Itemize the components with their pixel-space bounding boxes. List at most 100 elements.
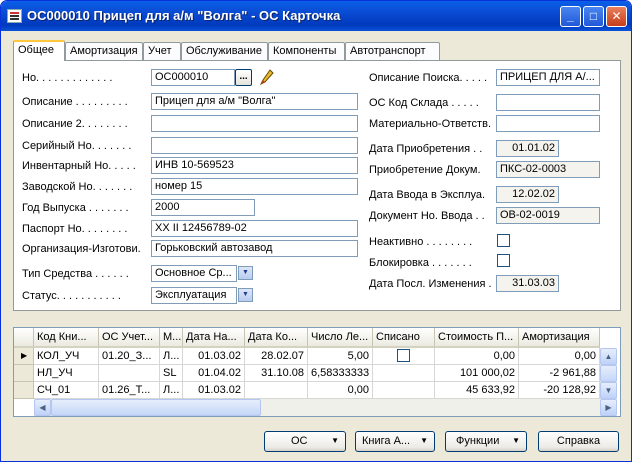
table-cell[interactable]: 01.03.02 — [183, 382, 245, 399]
search-description-field[interactable]: ПРИЦЕП ДЛЯ А/... — [496, 69, 600, 86]
functions-menu-button[interactable]: Функции ▼ — [445, 431, 527, 452]
label-search-description: Описание Поиска. . . . . — [369, 72, 488, 84]
col-header-depreciation[interactable]: Амортизация — [519, 328, 600, 348]
table-cell[interactable]: 01.20_З... — [99, 348, 160, 365]
passport-no-field[interactable]: ХХ II 12456789-02 — [151, 220, 358, 237]
table-cell[interactable]: Л... — [160, 382, 183, 399]
acquisition-date-field: 01.01.02 — [496, 140, 559, 157]
col-header-method[interactable]: М... — [160, 328, 183, 348]
minimize-button[interactable]: _ — [560, 6, 581, 27]
fixed-asset-card-window: ОС000010 Прицеп для а/м "Волга" - ОС Кар… — [0, 0, 632, 462]
table-cell[interactable]: 45 633,92 — [435, 382, 519, 399]
asset-type-select[interactable]: Основное Ср... — [151, 265, 237, 282]
col-header-written-off[interactable]: Списано — [373, 328, 435, 348]
table-cell[interactable] — [245, 382, 308, 399]
blocked-checkbox[interactable] — [497, 254, 510, 267]
table-cell[interactable]: СЧ_01 — [34, 382, 99, 399]
table-cell[interactable]: 5,00 — [308, 348, 373, 365]
table-cell[interactable]: НЛ_УЧ — [34, 365, 99, 382]
manufacturer-field[interactable]: Горьковский автозавод — [151, 240, 358, 257]
warehouse-code-field[interactable] — [496, 94, 600, 111]
label-acquisition-date: Дата Приобретения . . — [369, 143, 483, 155]
tab-accounting[interactable]: Учет — [143, 42, 181, 60]
year-of-manufacture-field[interactable]: 2000 — [151, 199, 255, 216]
table-cell[interactable]: КОЛ_УЧ — [34, 348, 99, 365]
horizontal-scroll-thumb[interactable] — [51, 399, 261, 416]
col-header-end-date[interactable]: Дата Ко... — [245, 328, 308, 348]
tab-general[interactable]: Общее — [13, 40, 65, 61]
label-no: Но. . . . . . . . . . . . . — [22, 72, 113, 84]
scroll-up-icon[interactable]: ▲ — [600, 348, 617, 365]
no-field[interactable]: ОС000010 — [151, 69, 235, 86]
table-cell[interactable]: 6,58333333 — [308, 365, 373, 382]
vertical-scrollbar[interactable]: ▲ ▼ — [600, 348, 617, 399]
label-inactive: Неактивно . . . . . . . . — [369, 236, 473, 248]
description-2-field[interactable] — [151, 115, 358, 132]
factory-no-field[interactable]: номер 15 — [151, 178, 358, 195]
title-bar[interactable]: ОС000010 Прицеп для а/м "Волга" - ОС Кар… — [1, 1, 631, 31]
commissioning-date-field: 12.02.02 — [496, 186, 559, 203]
last-modified-date-field: 31.03.03 — [496, 275, 559, 292]
table-cell[interactable]: -20 128,92 — [519, 382, 600, 399]
table-cell[interactable] — [373, 382, 435, 399]
label-warehouse-code: ОС Код Склада . . . . . — [369, 97, 479, 109]
table-cell[interactable] — [373, 365, 435, 382]
table-cell[interactable]: 28.02.07 — [245, 348, 308, 365]
label-manufacturer: Организация-Изготови. — [22, 243, 141, 255]
close-button[interactable]: ✕ — [606, 6, 627, 27]
label-acquisition-document: Приобретение Докум. — [369, 164, 481, 176]
row-selector[interactable] — [14, 382, 34, 399]
inventory-no-field[interactable]: ИНВ 10-569523 — [151, 157, 358, 174]
table-cell[interactable]: 01.26_Т... — [99, 382, 160, 399]
table-cell[interactable]: -2 961,88 — [519, 365, 600, 382]
table-cell[interactable]: 0,00 — [519, 348, 600, 365]
col-header-book-code[interactable]: Код Кни... — [34, 328, 99, 348]
description-field[interactable]: Прицеп для а/м "Волга" — [151, 93, 358, 110]
pencil-edit-icon[interactable] — [260, 69, 274, 85]
col-header-posting-group[interactable]: ОС Учет... — [99, 328, 160, 348]
table-cell[interactable]: 101 000,02 — [435, 365, 519, 382]
label-description-2: Описание 2. . . . . . . . — [22, 118, 128, 130]
os-menu-button[interactable]: ОС ▼ — [264, 431, 346, 452]
commissioning-document-field: ОВ-02-0019 — [496, 207, 600, 224]
status-dropdown-icon[interactable]: ▼ — [238, 288, 253, 302]
table-cell[interactable]: 0,00 — [308, 382, 373, 399]
help-button[interactable]: Справка — [538, 431, 619, 452]
table-cell[interactable]: 31.10.08 — [245, 365, 308, 382]
responsible-person-field[interactable] — [496, 115, 600, 132]
vertical-scroll-thumb[interactable] — [600, 365, 617, 382]
scroll-right-icon[interactable]: ▶ — [600, 399, 617, 416]
grid-corner — [14, 328, 34, 348]
scroll-left-icon[interactable]: ◀ — [34, 399, 51, 416]
table-cell[interactable]: Л... — [160, 348, 183, 365]
table-cell[interactable]: SL — [160, 365, 183, 382]
asset-type-dropdown-icon[interactable]: ▼ — [238, 266, 253, 280]
table-cell[interactable] — [99, 365, 160, 382]
table-cell[interactable]: 01.03.02 — [183, 348, 245, 365]
label-blocked: Блокировка . . . . . . . — [369, 257, 472, 269]
status-select[interactable]: Эксплуатация — [151, 287, 237, 304]
current-row-indicator[interactable]: ▶ — [14, 348, 34, 365]
col-header-cost[interactable]: Стоимость П... — [435, 328, 519, 348]
tab-vehicles[interactable]: Автотранспорт — [345, 42, 440, 60]
tab-components[interactable]: Компоненты — [268, 42, 345, 60]
table-cell[interactable]: 01.04.02 — [183, 365, 245, 382]
scroll-down-icon[interactable]: ▼ — [600, 382, 617, 399]
book-menu-button[interactable]: Книга А... ▼ — [355, 431, 435, 452]
written-off-checkbox[interactable] — [397, 349, 410, 362]
label-commissioning-document: Документ Но. Ввода . . — [369, 210, 485, 222]
tab-maintenance[interactable]: Обслуживание — [181, 42, 268, 60]
maximize-button[interactable]: □ — [583, 6, 604, 27]
table-cell[interactable] — [373, 348, 435, 365]
horizontal-scrollbar[interactable]: ◀ ▶ — [34, 399, 617, 416]
label-commissioning-date: Дата Ввода в Эксплуа. — [369, 189, 486, 201]
col-header-start-date[interactable]: Дата На... — [183, 328, 245, 348]
label-inventory-no: Инвентарный Но. . . . . — [22, 160, 136, 172]
row-selector[interactable] — [14, 365, 34, 382]
ellipsis-lookup-button[interactable]: ... — [235, 69, 252, 86]
col-header-years[interactable]: Число Ле... — [308, 328, 373, 348]
serial-no-field[interactable] — [151, 137, 358, 154]
inactive-checkbox[interactable] — [497, 234, 510, 247]
tab-depreciation[interactable]: Амортизация — [65, 42, 143, 60]
table-cell[interactable]: 0,00 — [435, 348, 519, 365]
